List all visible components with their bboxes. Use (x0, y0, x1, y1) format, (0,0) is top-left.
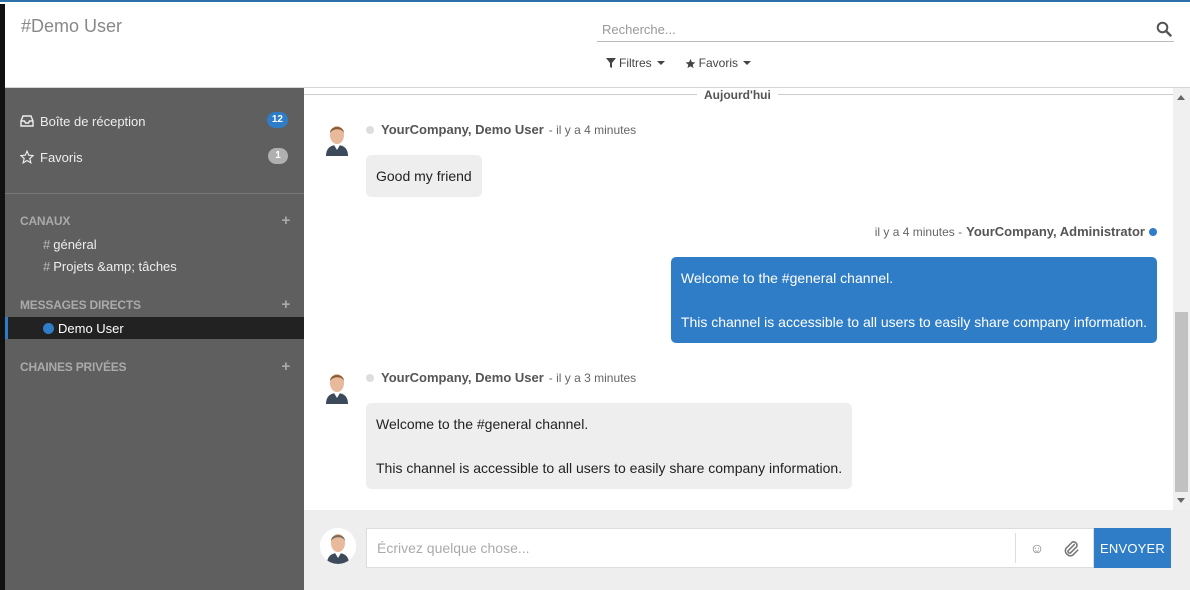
message-author[interactable]: YourCompany, Administrator (966, 224, 1145, 239)
sidebar-item-label: Boîte de réception (40, 113, 146, 129)
private-channels-header: CHAINES PRIVÉES + (20, 358, 290, 375)
avatar[interactable] (320, 120, 354, 156)
control-panel: #Demo User Filtres Favoris (5, 4, 1190, 88)
offline-status-icon (366, 373, 374, 382)
scroll-up-icon[interactable] (1177, 95, 1185, 100)
message-author[interactable]: YourCompany, Demo User (381, 122, 544, 137)
scrollbar-thumb[interactable] (1175, 312, 1188, 492)
discuss-sidebar: Boîte de réception 12 Favoris 1 CANAUX +… (5, 88, 304, 590)
send-button[interactable]: ENVOYER (1094, 528, 1171, 568)
online-status-icon (43, 322, 54, 334)
sidebar-item-dm-demo-user[interactable]: Demo User (5, 317, 304, 339)
message-bubble: Welcome to the #general channel. This ch… (670, 257, 1157, 343)
star-icon (685, 58, 695, 68)
inbox-count-badge: 12 (266, 112, 288, 128)
hash-icon: # (43, 237, 51, 252)
user-avatar-icon (320, 120, 354, 156)
message-text: This channel is accessible to all users … (680, 314, 1147, 330)
favorites-dropdown[interactable]: Favoris (685, 56, 752, 70)
sidebar-item-inbox[interactable]: Boîte de réception 12 (5, 108, 304, 134)
sidebar-item-channel-general[interactable]: # général (43, 237, 97, 252)
message-text: Good my friend (376, 168, 472, 184)
offline-status-icon (366, 125, 374, 134)
star-outline-icon (20, 150, 34, 164)
direct-messages-header: MESSAGES DIRECTS + (20, 296, 290, 313)
message-text: Welcome to the #general channel. (376, 416, 589, 432)
scroll-down-icon[interactable] (1177, 498, 1185, 503)
channel-label: Projets &amp; tâches (53, 259, 177, 274)
private-channels-header-label: CHAINES PRIVÉES (20, 360, 127, 374)
message-bubble: Welcome to the #general channel. This ch… (366, 403, 853, 489)
composer-box: ☺ (366, 528, 1094, 568)
search-icon[interactable] (1156, 21, 1172, 37)
paperclip-icon[interactable] (1062, 540, 1080, 558)
user-avatar-icon (320, 368, 354, 404)
message-author-line: YourCompany, Demo User - il y a 4 minute… (366, 122, 636, 137)
filters-label: Filtres (619, 56, 652, 70)
starred-count-badge: 1 (268, 148, 288, 164)
day-separator-label: Aujourd'hui (697, 88, 778, 102)
thread-scrollbar[interactable] (1173, 88, 1190, 510)
user-avatar-icon (320, 528, 356, 564)
sidebar-item-label: Favoris (40, 149, 83, 165)
message-text: This channel is accessible to all users … (376, 460, 843, 476)
message-time: - il y a 3 minutes (548, 370, 637, 385)
channels-header-label: CANAUX (20, 214, 71, 228)
hash-icon: # (43, 259, 51, 274)
message-input[interactable] (367, 529, 1007, 567)
filter-icon (606, 58, 616, 68)
add-channel-button[interactable]: + (281, 212, 290, 229)
avatar (320, 528, 356, 564)
online-status-icon (1149, 227, 1157, 236)
dm-label: Demo User (58, 320, 124, 336)
message-composer: ☺ ENVOYER (304, 510, 1190, 590)
message-bubble: Good my friend (366, 155, 482, 197)
message-author[interactable]: YourCompany, Demo User (381, 370, 544, 385)
add-private-channel-button[interactable]: + (281, 358, 290, 375)
message-text: Welcome to the #general channel. (680, 270, 894, 286)
message-author-line: YourCompany, Demo User - il y a 3 minute… (366, 370, 636, 385)
search-bar (597, 18, 1174, 42)
favorites-label: Favoris (698, 56, 739, 70)
channel-label: général (53, 237, 97, 252)
caret-down-icon (743, 61, 752, 65)
page-title: #Demo User (21, 16, 123, 36)
message-time: - il y a 4 minutes (548, 122, 637, 137)
caret-down-icon (656, 61, 665, 65)
composer-divider (1015, 533, 1016, 563)
direct-messages-header-label: MESSAGES DIRECTS (20, 298, 141, 312)
message-author-line: il y a 4 minutes - YourCompany, Administ… (875, 224, 1157, 239)
search-options: Filtres Favoris (606, 56, 752, 70)
channels-header: CANAUX + (20, 212, 290, 229)
avatar[interactable] (320, 368, 354, 404)
sidebar-item-channel-projects[interactable]: # Projets &amp; tâches (43, 259, 177, 274)
sidebar-item-starred[interactable]: Favoris 1 (5, 144, 304, 170)
inbox-icon (20, 115, 34, 127)
search-input[interactable] (597, 18, 1137, 40)
app-window: #Demo User Filtres Favoris (0, 0, 1190, 590)
message-time: il y a 4 minutes - (874, 224, 963, 239)
sidebar-divider (5, 193, 304, 194)
message-thread: Aujourd'hui YourCompany, Demo User - il … (304, 88, 1173, 510)
add-direct-message-button[interactable]: + (281, 296, 290, 313)
filters-dropdown[interactable]: Filtres (606, 56, 665, 70)
emoji-icon[interactable]: ☺ (1028, 539, 1046, 557)
